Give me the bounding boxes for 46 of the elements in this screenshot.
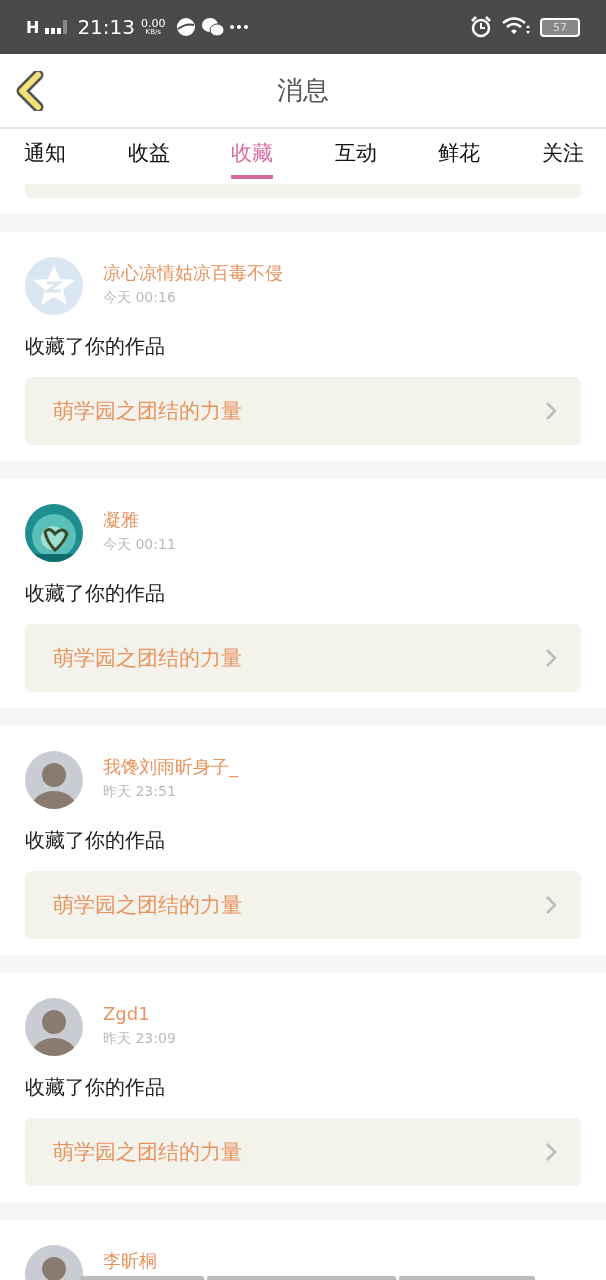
tab[interactable]: 收藏 (231, 129, 274, 179)
work-title: 萌学园之团结的力量 (53, 645, 242, 672)
work-link[interactable]: 萌学园之团结的力量 (25, 1118, 581, 1186)
star-avatar-icon (25, 257, 83, 315)
work-link[interactable]: 萌学园之团结的力量 (25, 871, 581, 939)
work-link[interactable]: 萌学园之团结的力量 (25, 624, 581, 692)
chevron-icon (545, 1142, 557, 1162)
wifi-icon (502, 17, 530, 37)
work-title: 萌学园之团结的力量 (53, 892, 242, 919)
work-title: 萌学园之团结的力量 (53, 1139, 242, 1166)
planet-icon (175, 17, 196, 37)
page-title: 消息 (277, 74, 329, 107)
tab[interactable]: 鲜花 (438, 129, 481, 179)
clock-time: 21:13 (77, 15, 136, 39)
message-time: 昨天 23:09 (103, 1029, 176, 1048)
chevron-icon (545, 895, 557, 915)
message-text: 收藏了你的作品 (25, 580, 166, 607)
chevron-icon (545, 648, 557, 668)
user-name[interactable]: 李昕桐 (103, 1251, 157, 1271)
battery-level: 57 (553, 20, 567, 34)
avatar-icon (25, 751, 83, 809)
back-icon (16, 70, 46, 111)
user-name[interactable]: Zgd1 (103, 1004, 176, 1024)
user-name[interactable]: 凉心凉情姑凉百毒不侵 (103, 263, 283, 283)
message-text: 收藏了你的作品 (25, 827, 166, 854)
back-button[interactable] (16, 70, 46, 111)
tab[interactable]: 关注 (541, 129, 584, 179)
message-time: 昨天 23:51 (103, 782, 177, 801)
network-speed: 0.00 (141, 18, 166, 29)
network-type: H (26, 17, 40, 37)
message-text: 收藏了你的作品 (25, 333, 166, 360)
work-title: 萌学园之团结的力量 (53, 398, 242, 425)
message-time: 今天 00:16 (103, 288, 177, 307)
tab[interactable]: 收益 (127, 129, 170, 179)
chat-icon (201, 17, 224, 37)
tab[interactable]: 通知 (24, 129, 66, 179)
tab[interactable]: 互动 (334, 129, 377, 179)
message-time: 今天 00:11 (103, 535, 176, 554)
work-link[interactable]: 萌学园之团结的力量 (25, 377, 581, 445)
message-text: 收藏了你的作品 (25, 1074, 166, 1101)
more-icon (229, 25, 248, 29)
user-name[interactable]: 我馋刘雨昕身子_ (103, 757, 238, 777)
signal-icon (45, 20, 68, 34)
user-name[interactable]: 凝雅 (103, 510, 176, 530)
chevron-icon (545, 401, 557, 421)
alarm-icon (470, 16, 492, 38)
